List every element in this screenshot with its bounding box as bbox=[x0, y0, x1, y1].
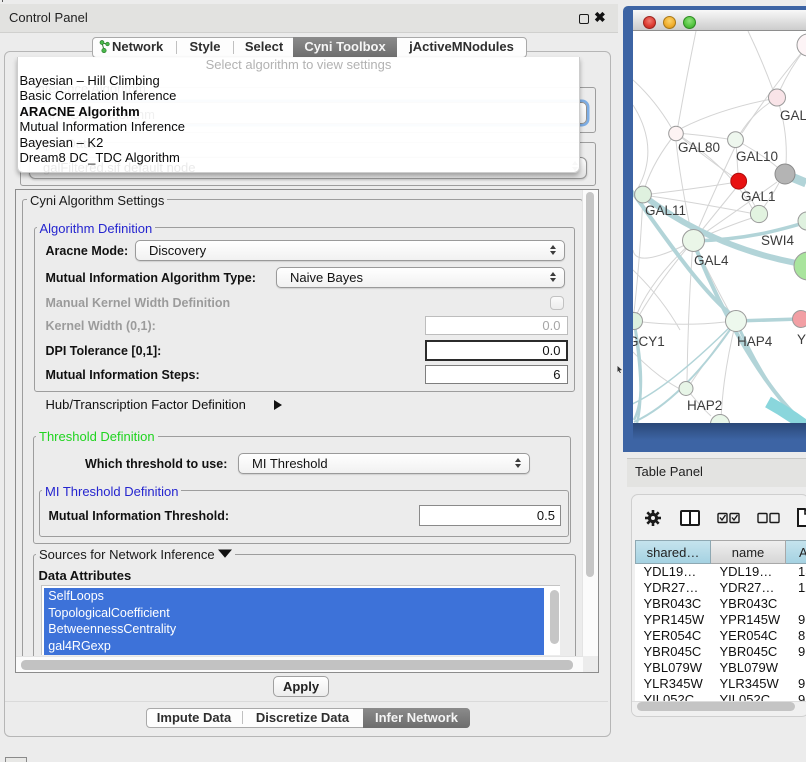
svg-text:SWI4: SWI4 bbox=[761, 233, 794, 248]
svg-text:HAP2: HAP2 bbox=[687, 398, 722, 413]
svg-text:GCY1: GCY1 bbox=[633, 334, 665, 349]
svg-text:HAP4: HAP4 bbox=[737, 334, 773, 349]
svg-text:Y: Y bbox=[797, 332, 806, 347]
svg-text:GAL4: GAL4 bbox=[694, 253, 729, 268]
svg-text:GAL11: GAL11 bbox=[645, 203, 686, 218]
svg-text:GAL80: GAL80 bbox=[678, 140, 720, 155]
svg-text:GAL10: GAL10 bbox=[736, 149, 778, 164]
svg-text:GAL: GAL bbox=[780, 108, 806, 123]
svg-text:GAL1: GAL1 bbox=[741, 189, 776, 204]
